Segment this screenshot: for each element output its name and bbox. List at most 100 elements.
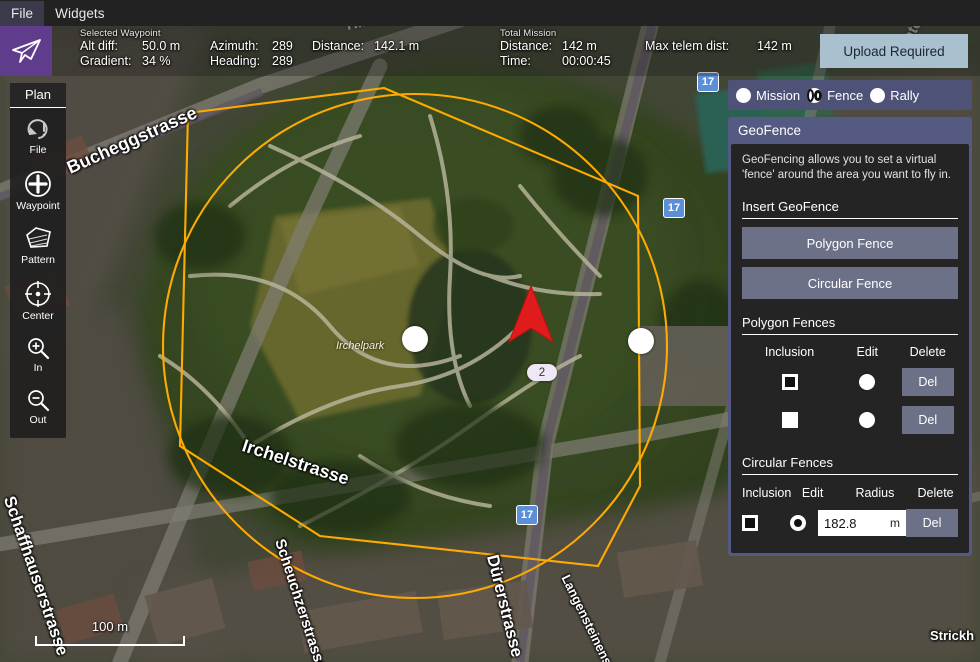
- map-scale-bar: 100 m: [35, 619, 185, 646]
- total-mission-caption: Total Mission: [500, 28, 611, 39]
- menu-file[interactable]: File: [0, 1, 44, 26]
- drone-arrow-icon: [9, 37, 43, 65]
- qgc-plan-window: Hirsch Winte Bucheggstrasse Irchelstrass…: [0, 0, 980, 662]
- mode-option-mission[interactable]: Mission: [736, 88, 800, 103]
- crosshair-icon: [24, 280, 52, 308]
- radio-mission-icon[interactable]: [736, 88, 751, 103]
- tool-pattern-label: Pattern: [21, 254, 55, 266]
- circular-radius-input[interactable]: [824, 516, 876, 531]
- mission-distance-row: Distance:142 m: [500, 39, 611, 54]
- mission-time-label: Time:: [500, 54, 562, 69]
- tool-center[interactable]: Center: [10, 270, 66, 326]
- selected-waypoint-group: Selected Waypoint Alt diff:50.0 m Gradie…: [80, 28, 180, 69]
- zoom-in-icon: [26, 336, 50, 360]
- telemetry-toolbar: Selected Waypoint Alt diff:50.0 m Gradie…: [0, 26, 980, 76]
- radio-rally-icon[interactable]: [870, 88, 885, 103]
- tool-center-label: Center: [22, 310, 54, 322]
- menu-bar: File Widgets: [0, 0, 980, 26]
- upload-required-button[interactable]: Upload Required: [820, 34, 968, 68]
- tool-zoom-in-label: In: [34, 362, 43, 374]
- circular-fence-button[interactable]: Circular Fence: [742, 267, 958, 299]
- circular-col-edit: Edit: [802, 486, 837, 500]
- waypoint-marker-2[interactable]: 2: [527, 364, 557, 381]
- tool-waypoint-label: Waypoint: [16, 200, 59, 212]
- circular-radius-field[interactable]: m: [818, 510, 906, 536]
- selected-waypoint-caption: Selected Waypoint: [80, 28, 180, 39]
- polygon-delete-button[interactable]: Del: [902, 406, 954, 434]
- pattern-polygon-icon: [23, 226, 53, 252]
- fence-vertex-handle[interactable]: [628, 328, 654, 354]
- tool-file-label: File: [30, 144, 47, 156]
- polygon-col-delete: Delete: [898, 345, 958, 359]
- polygon-fences-table: Inclusion Edit Delete Del: [742, 342, 958, 439]
- polygon-fence-button[interactable]: Polygon Fence: [742, 227, 958, 259]
- plan-right-panel: Mission Fence Rally GeoFence GeoFencing …: [728, 80, 972, 556]
- tool-zoom-out[interactable]: Out: [10, 378, 66, 430]
- geofence-panel-body: GeoFencing allows you to set a virtual '…: [731, 144, 969, 553]
- max-telem-value: 142 m: [757, 39, 792, 54]
- circular-col-inclusion: Inclusion: [742, 486, 802, 500]
- menu-widgets[interactable]: Widgets: [44, 1, 115, 26]
- circular-col-delete: Delete: [913, 486, 958, 500]
- circular-edit-radio[interactable]: [790, 515, 806, 531]
- insert-geofence-title: Insert GeoFence: [742, 199, 958, 219]
- geofence-panel: GeoFence GeoFencing allows you to set a …: [728, 117, 972, 556]
- mode-option-rally[interactable]: Rally: [870, 88, 919, 103]
- circular-radius-unit: m: [890, 516, 900, 530]
- azimuth-label: Azimuth:: [210, 39, 272, 54]
- geofence-description: GeoFencing allows you to set a virtual '…: [742, 153, 958, 183]
- alt-diff-label: Alt diff:: [80, 39, 142, 54]
- gradient-value: 34 %: [142, 54, 171, 69]
- polygon-inclusion-checkbox[interactable]: [782, 374, 798, 390]
- polygon-col-inclusion: Inclusion: [742, 345, 837, 359]
- circular-delete-button[interactable]: Del: [906, 509, 958, 537]
- gradient-row: Gradient:34 %: [80, 54, 180, 69]
- max-telem-dist-group: Max telem dist:142 m: [645, 39, 792, 54]
- mission-distance-value: 142 m: [562, 39, 597, 54]
- circular-col-radius: Radius: [837, 486, 913, 500]
- wp-distance-value: 142.1 m: [374, 39, 419, 54]
- polygon-col-edit: Edit: [837, 345, 897, 359]
- polygon-fences-title: Polygon Fences: [742, 315, 958, 335]
- file-sync-icon: [25, 118, 51, 142]
- plan-tool-strip-title: Plan: [10, 83, 66, 108]
- wp-distance-row: Distance:142.1 m: [312, 39, 419, 54]
- map-scale-line: [35, 636, 185, 646]
- mode-option-fence[interactable]: Fence: [807, 88, 863, 103]
- tool-zoom-in[interactable]: In: [10, 326, 66, 378]
- tool-pattern[interactable]: Pattern: [10, 216, 66, 270]
- azimuth-value: 289: [272, 39, 293, 54]
- polygon-fence-row: Del: [742, 363, 958, 401]
- map-scale-label: 100 m: [35, 619, 185, 634]
- circular-fences-table: Inclusion Edit Radius Delete: [742, 482, 958, 541]
- vehicle-heading-marker[interactable]: [505, 284, 557, 346]
- zoom-out-icon: [26, 388, 50, 412]
- radio-fence-icon[interactable]: [807, 88, 822, 103]
- plus-circle-icon: [24, 170, 52, 198]
- tool-file[interactable]: File: [10, 108, 66, 160]
- polygon-fence-row: Del: [742, 401, 958, 439]
- azimuth-heading-group: Azimuth:289 Heading:289: [210, 39, 293, 69]
- geofence-panel-header: GeoFence: [731, 120, 969, 144]
- tool-waypoint[interactable]: Waypoint: [10, 160, 66, 216]
- road-shield-17: 17: [516, 505, 538, 525]
- mode-option-rally-label: Rally: [890, 88, 919, 103]
- plan-mode-selector: Mission Fence Rally: [728, 80, 972, 110]
- polygon-edit-radio[interactable]: [859, 412, 875, 428]
- polygon-inclusion-checkbox[interactable]: [782, 412, 798, 428]
- fence-vertex-handle[interactable]: [402, 326, 428, 352]
- polygon-fences-header-row: Inclusion Edit Delete: [742, 342, 958, 363]
- polygon-edit-radio[interactable]: [859, 374, 875, 390]
- circular-fences-title: Circular Fences: [742, 455, 958, 475]
- circular-inclusion-checkbox[interactable]: [742, 515, 758, 531]
- plan-tool-strip: Plan File Waypoint: [10, 83, 66, 438]
- alt-diff-row: Alt diff:50.0 m: [80, 39, 180, 54]
- wp-distance-label: Distance:: [312, 39, 374, 54]
- total-mission-group: Total Mission Distance:142 m Time:00:00:…: [500, 28, 611, 69]
- heading-label: Heading:: [210, 54, 272, 69]
- road-shield-17: 17: [663, 198, 685, 218]
- tool-zoom-out-label: Out: [30, 414, 47, 426]
- vehicle-icon[interactable]: [0, 26, 52, 76]
- polygon-delete-button[interactable]: Del: [902, 368, 954, 396]
- mode-option-fence-label: Fence: [827, 88, 863, 103]
